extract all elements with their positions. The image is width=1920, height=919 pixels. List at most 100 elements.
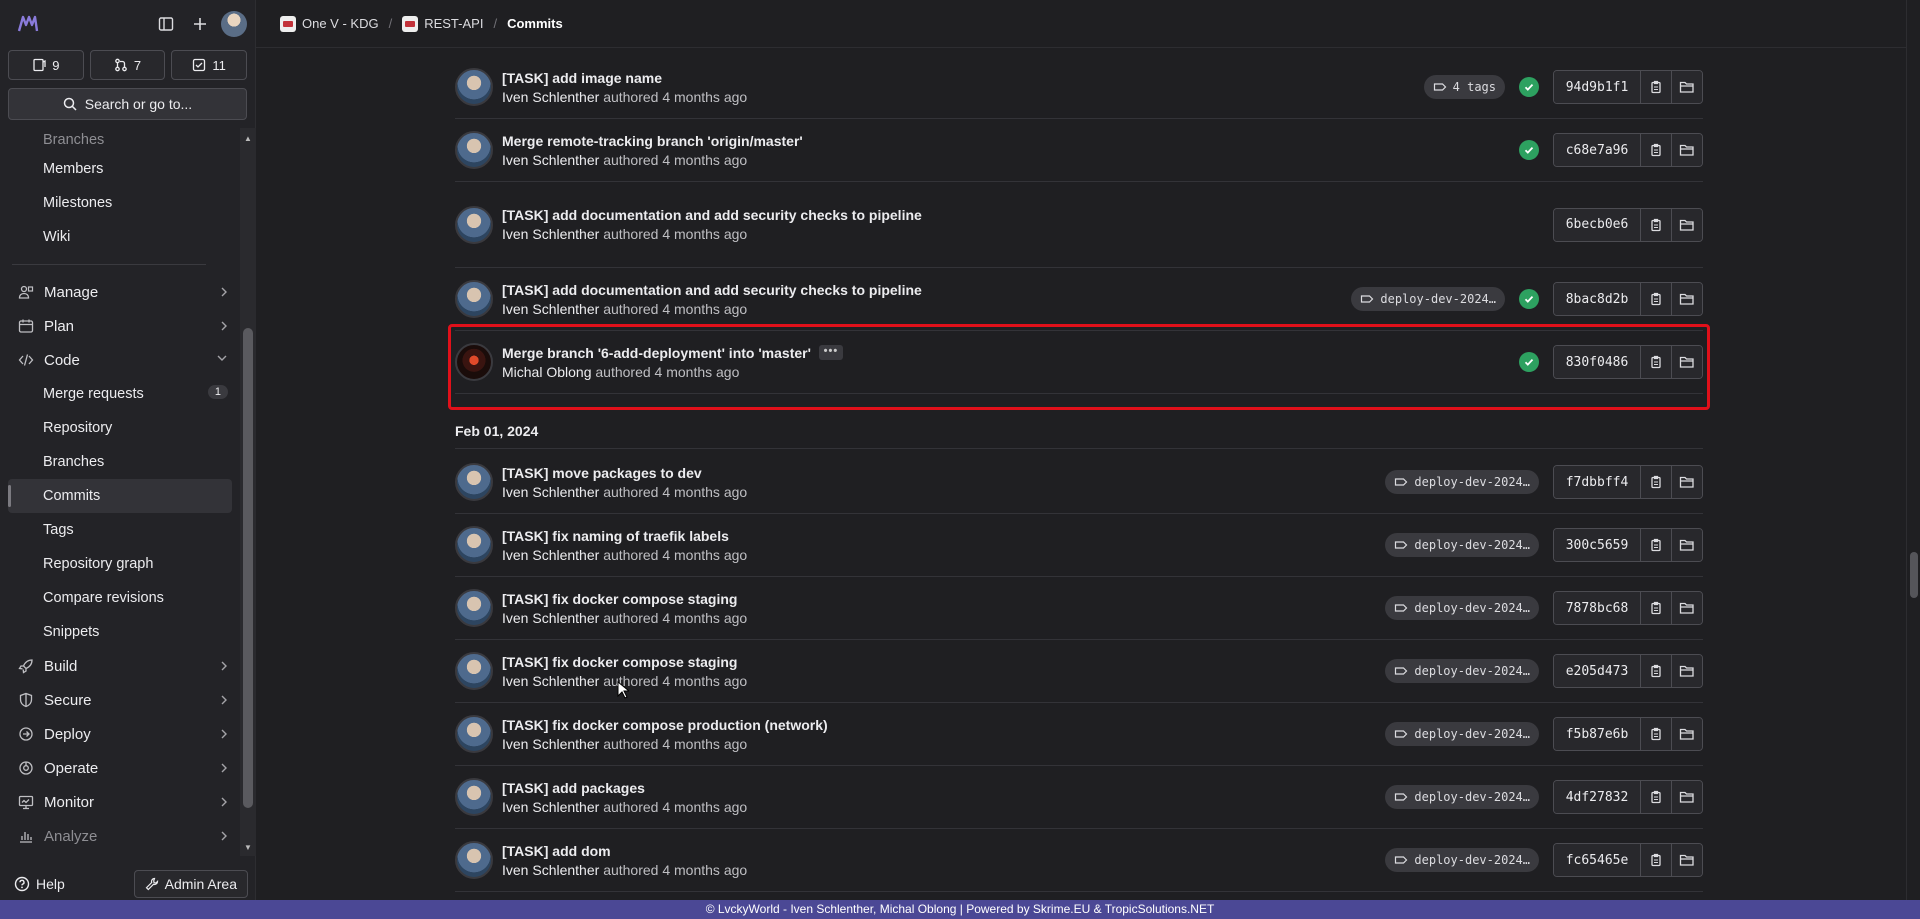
- commit-title[interactable]: [TASK] add image name: [502, 70, 662, 86]
- commit-title[interactable]: [TASK] move packages to dev: [502, 465, 702, 481]
- tag-badge[interactable]: deploy-dev-2024…: [1385, 470, 1539, 494]
- page-scrollbar[interactable]: [1906, 0, 1920, 900]
- author-avatar[interactable]: [455, 205, 493, 244]
- commit-title[interactable]: [TASK] add documentation and add securit…: [502, 282, 922, 298]
- sidebar-item-tags[interactable]: Tags: [0, 513, 240, 547]
- new-plus-icon[interactable]: [185, 9, 215, 39]
- tag-badge[interactable]: deploy-dev-2024…: [1385, 785, 1539, 809]
- tag-badge[interactable]: deploy-dev-2024…: [1385, 848, 1539, 872]
- tag-badge[interactable]: deploy-dev-2024…: [1385, 533, 1539, 557]
- copy-sha-icon[interactable]: [1640, 655, 1671, 687]
- browse-files-icon[interactable]: [1671, 71, 1702, 103]
- sidebar-item-build[interactable]: Build: [0, 649, 240, 683]
- commit-sha[interactable]: 300c5659: [1554, 529, 1640, 561]
- copy-sha-icon[interactable]: [1640, 134, 1671, 166]
- sidebar-item-milestones[interactable]: Milestones: [0, 186, 240, 220]
- sidebar-item-branches[interactable]: Branches: [0, 128, 240, 152]
- sidebar-item-manage[interactable]: Manage: [0, 275, 240, 309]
- copy-sha-icon[interactable]: [1640, 283, 1671, 315]
- commit-author[interactable]: Iven Schlenther: [502, 673, 599, 689]
- sidebar-item-repository-graph[interactable]: Repository graph: [0, 547, 240, 581]
- browse-files-icon[interactable]: [1671, 466, 1702, 498]
- tag-badge[interactable]: deploy-dev-2024…: [1385, 659, 1539, 683]
- commit-author[interactable]: Iven Schlenther: [502, 862, 599, 878]
- sidebar-toggle-icon[interactable]: [151, 9, 181, 39]
- tag-badge[interactable]: deploy-dev-2024…: [1385, 596, 1539, 620]
- commit-author[interactable]: Iven Schlenther: [502, 484, 599, 500]
- copy-sha-icon[interactable]: [1640, 592, 1671, 624]
- sidebar-item-compare-revisions[interactable]: Compare revisions: [0, 581, 240, 615]
- commit-title[interactable]: Merge branch '6-add-deployment' into 'ma…: [502, 345, 811, 361]
- sidebar-item-code[interactable]: Code: [0, 343, 240, 377]
- counter-todo[interactable]: 11: [171, 50, 248, 80]
- browse-files-icon[interactable]: [1671, 346, 1702, 378]
- browse-files-icon[interactable]: [1671, 134, 1702, 166]
- copy-sha-icon[interactable]: [1640, 529, 1671, 561]
- commit-title[interactable]: Merge remote-tracking branch 'origin/mas…: [502, 133, 803, 149]
- commit-sha[interactable]: 94d9b1f1: [1554, 71, 1640, 103]
- sidebar-item-monitor[interactable]: Monitor: [0, 785, 240, 819]
- commit-sha[interactable]: 4df27832: [1554, 781, 1640, 813]
- commit-title[interactable]: [TASK] add documentation and add securit…: [502, 207, 922, 223]
- pipeline-passed-icon[interactable]: [1519, 352, 1539, 372]
- search-button[interactable]: Search or go to...: [8, 88, 247, 120]
- commit-sha[interactable]: fc65465e: [1554, 844, 1640, 876]
- tag-badge[interactable]: deploy-dev-2024…: [1351, 287, 1505, 311]
- copy-sha-icon[interactable]: [1640, 71, 1671, 103]
- author-avatar[interactable]: [455, 131, 493, 169]
- browse-files-icon[interactable]: [1671, 655, 1702, 687]
- author-avatar[interactable]: [455, 778, 493, 816]
- sidebar-item-operate[interactable]: Operate: [0, 751, 240, 785]
- tag-badge[interactable]: 4 tags: [1423, 75, 1505, 99]
- pipeline-passed-icon[interactable]: [1519, 77, 1539, 97]
- user-avatar[interactable]: [221, 11, 247, 37]
- author-avatar[interactable]: [455, 526, 493, 564]
- scroll-up-icon[interactable]: ▲: [244, 134, 252, 143]
- browse-files-icon[interactable]: [1671, 283, 1702, 315]
- sidebar-item-repository[interactable]: Repository: [0, 411, 240, 445]
- commit-sha[interactable]: 830f0486: [1554, 346, 1640, 378]
- commit-title[interactable]: [TASK] fix docker compose production (ne…: [502, 717, 828, 733]
- commit-sha[interactable]: 6becb0e6: [1554, 208, 1640, 241]
- sidebar-item-branches[interactable]: Branches: [0, 445, 240, 479]
- browse-files-icon[interactable]: [1671, 592, 1702, 624]
- author-avatar[interactable]: [455, 841, 493, 879]
- counter-issues[interactable]: 9: [8, 50, 84, 80]
- counter-merge-request[interactable]: 7: [89, 50, 166, 80]
- author-avatar[interactable]: [455, 652, 493, 690]
- sidebar-item-commits[interactable]: Commits: [8, 479, 232, 513]
- sidebar-item-members[interactable]: Members: [0, 152, 240, 186]
- page-scroll-thumb[interactable]: [1910, 552, 1918, 598]
- copy-sha-icon[interactable]: [1640, 208, 1671, 241]
- commit-author[interactable]: Iven Schlenther: [502, 736, 599, 752]
- browse-files-icon[interactable]: [1671, 781, 1702, 813]
- sidebar-scrollbar[interactable]: ▲ ▼: [240, 128, 256, 856]
- author-avatar[interactable]: [455, 715, 493, 753]
- browse-files-icon[interactable]: [1671, 844, 1702, 876]
- author-avatar[interactable]: [455, 589, 493, 627]
- commit-title[interactable]: [TASK] fix docker compose staging: [502, 591, 737, 607]
- copy-sha-icon[interactable]: [1640, 718, 1671, 750]
- admin-area-button[interactable]: Admin Area: [133, 870, 248, 898]
- sidebar-item-wiki[interactable]: Wiki: [0, 220, 240, 254]
- commit-sha[interactable]: f5b87e6b: [1554, 718, 1640, 750]
- scroll-down-icon[interactable]: ▼: [244, 843, 252, 852]
- author-avatar[interactable]: [455, 343, 493, 381]
- help-button[interactable]: Help: [14, 876, 65, 892]
- breadcrumb-item[interactable]: REST-API: [402, 15, 483, 32]
- commit-sha[interactable]: c68e7a96: [1554, 134, 1640, 166]
- tag-badge[interactable]: deploy-dev-2024…: [1385, 722, 1539, 746]
- author-avatar[interactable]: [455, 68, 493, 106]
- commit-author[interactable]: Iven Schlenther: [502, 301, 599, 317]
- commit-author[interactable]: Iven Schlenther: [502, 152, 599, 168]
- commit-sha[interactable]: 7878bc68: [1554, 592, 1640, 624]
- copy-sha-icon[interactable]: [1640, 466, 1671, 498]
- copy-sha-icon[interactable]: [1640, 781, 1671, 813]
- pipeline-passed-icon[interactable]: [1519, 289, 1539, 309]
- sidebar-item-analyze[interactable]: Analyze: [0, 819, 240, 853]
- commit-author[interactable]: Iven Schlenther: [502, 799, 599, 815]
- sidebar-item-plan[interactable]: Plan: [0, 309, 240, 343]
- copy-sha-icon[interactable]: [1640, 844, 1671, 876]
- commit-author[interactable]: Iven Schlenther: [502, 89, 599, 105]
- sidebar-item-merge-requests[interactable]: Merge requests 1: [0, 377, 240, 411]
